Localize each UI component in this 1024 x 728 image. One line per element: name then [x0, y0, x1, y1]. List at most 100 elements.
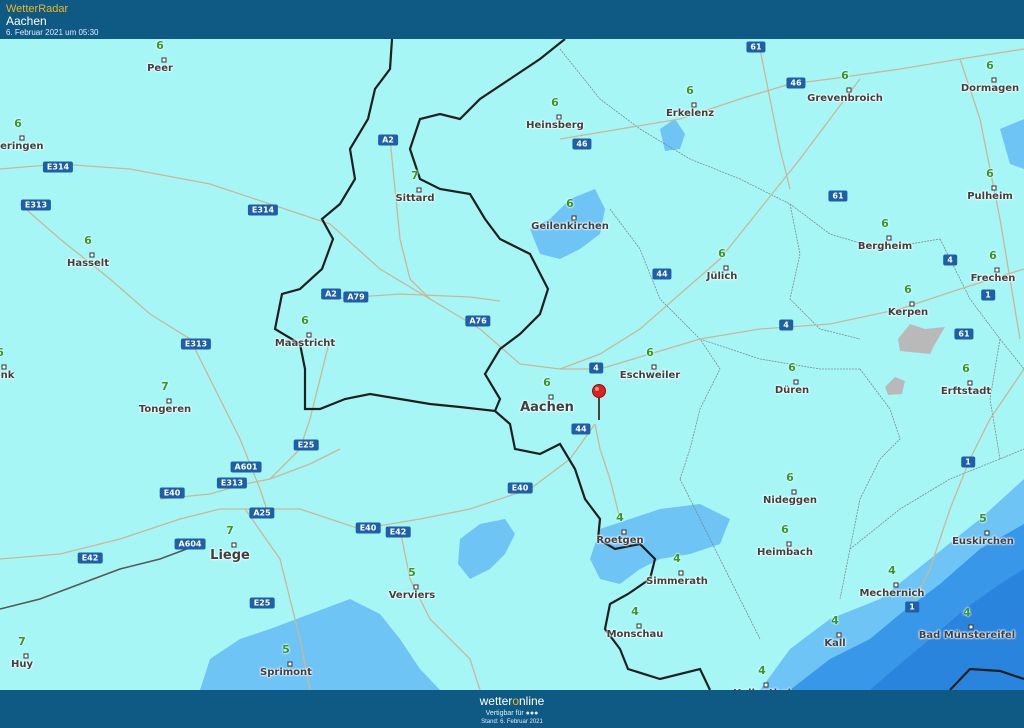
city-name[interactable]: Mechernich [859, 588, 924, 599]
city-name[interactable]: Genk [0, 370, 14, 381]
city-marker-icon [651, 364, 657, 370]
city-name[interactable]: Simmerath [646, 576, 708, 587]
footer-bar: wetteronline Vertigbar für ●●● Stand: 6.… [0, 690, 1024, 728]
city-marker-icon [763, 682, 769, 688]
road-badge: E314 [247, 204, 279, 216]
city-marker-icon [571, 215, 577, 221]
location-pin-icon[interactable] [591, 384, 607, 420]
road-badge: E42 [77, 552, 103, 564]
city-name[interactable]: Beringen [0, 141, 43, 152]
city-marker-icon [893, 582, 899, 588]
city-marker-icon [793, 379, 799, 385]
city-marker-icon [556, 114, 562, 120]
road-badge: E42 [385, 526, 411, 538]
city-marker-icon [621, 529, 627, 535]
city-name[interactable]: Kall [824, 638, 845, 649]
location-title: Aachen [6, 14, 47, 28]
radar-map[interactable]: 6 Peer 6 Heinsberg 6 Erkelenz 6 Grevenbroich 6 Do… [0, 39, 1024, 690]
city-name[interactable]: Tongeren [139, 404, 191, 415]
road-badge: E314 [42, 161, 74, 173]
city-name[interactable]: Sprimont [260, 667, 312, 678]
temperature-value: 7 [411, 169, 419, 182]
temperature-value: 5 [979, 512, 987, 525]
temperature-value: 7 [18, 635, 26, 648]
city-name[interactable]: Düren [775, 385, 809, 396]
temperature-value: 6 [781, 523, 789, 536]
city-name[interactable]: Kerpen [888, 307, 928, 318]
city-name[interactable]: Maastricht [275, 338, 335, 349]
city-name[interactable]: Erftstadt [941, 386, 991, 397]
road-badge: 44 [571, 423, 591, 435]
city-marker-icon [678, 570, 684, 576]
road-badge: A601 [230, 461, 262, 473]
city-marker-icon [846, 87, 852, 93]
temperature-value: 6 [686, 84, 694, 97]
city-marker-icon [1, 364, 7, 370]
brand-logo[interactable]: wetteronline [0, 694, 1024, 708]
city-name[interactable]: Erkelenz [666, 108, 714, 119]
city-name[interactable]: Heinsberg [526, 120, 584, 131]
city-marker-icon [723, 265, 729, 271]
city-name[interactable]: Sittard [395, 193, 434, 204]
road-badge: 1 [961, 456, 975, 468]
city-name[interactable]: Eschweiler [620, 370, 680, 381]
city-name[interactable]: Bad Münstereifel [919, 630, 1015, 641]
temperature-value: 6 [566, 197, 574, 210]
city-name[interactable]: Huy [11, 659, 33, 670]
temperature-value: 6 [986, 59, 994, 72]
road-badge: E40 [159, 487, 185, 499]
city-name[interactable]: Geilenkirchen [531, 221, 609, 232]
road-badge: 46 [786, 77, 806, 89]
city-name[interactable]: Nideggen [763, 495, 817, 506]
road-badge: 4 [943, 254, 957, 266]
temperature-value: 7 [226, 524, 234, 537]
city-name[interactable]: Bergheim [858, 241, 912, 252]
city-name[interactable]: Euskirchen [952, 536, 1014, 547]
city-marker-icon [836, 632, 842, 638]
temperature-value: 6 [718, 247, 726, 260]
temperature-value: 4 [631, 605, 639, 618]
city-name[interactable]: Dormagen [961, 83, 1019, 94]
city-name[interactable]: Verviers [389, 590, 436, 601]
no-data-kerpen [898, 324, 945, 354]
city-marker-icon [984, 530, 990, 536]
road-badge: 4 [779, 319, 793, 331]
city-name[interactable]: Grevenbroich [807, 93, 883, 104]
temperature-value: 6 [904, 283, 912, 296]
temperature-value: 6 [986, 167, 994, 180]
road-badge: 61 [954, 328, 974, 340]
city-name[interactable]: Roetgen [596, 535, 643, 546]
city-marker-icon [791, 489, 797, 495]
temperature-value: 6 [156, 39, 164, 52]
city-name[interactable]: Frechen [971, 273, 1016, 284]
temperature-value: 6 [646, 346, 654, 359]
city-marker-icon [636, 623, 642, 629]
city-name[interactable]: Pulheim [967, 191, 1013, 202]
city-name[interactable]: Aachen [520, 400, 574, 415]
city-marker-icon [967, 380, 973, 386]
city-name[interactable]: Heimbach [757, 547, 813, 558]
rain-southwest [200, 599, 440, 690]
city-marker-icon [231, 542, 237, 548]
city-name[interactable]: Monschau [607, 629, 664, 640]
city-marker-icon [19, 135, 25, 141]
temperature-value: 6 [551, 96, 559, 109]
city-name[interactable]: Hasselt [67, 258, 109, 269]
city-marker-icon [23, 653, 29, 659]
road-badge: E25 [293, 439, 319, 451]
road-badge: E40 [355, 522, 381, 534]
road-badge: A604 [174, 538, 206, 550]
city-name[interactable]: Liege [210, 548, 250, 563]
rain-erkelenz [660, 119, 685, 151]
road-badge: E40 [507, 482, 533, 494]
temperature-value: 4 [888, 564, 896, 577]
no-data-dueren [885, 377, 905, 395]
road-badge: 61 [746, 41, 766, 53]
temperature-value: 4 [831, 614, 839, 627]
city-name[interactable]: Jülich [707, 271, 738, 282]
city-marker-icon [909, 301, 915, 307]
city-marker-icon [691, 102, 697, 108]
city-name[interactable]: Peer [147, 63, 173, 74]
temperature-value: 4 [616, 511, 624, 524]
road-badge: E313 [216, 477, 248, 489]
